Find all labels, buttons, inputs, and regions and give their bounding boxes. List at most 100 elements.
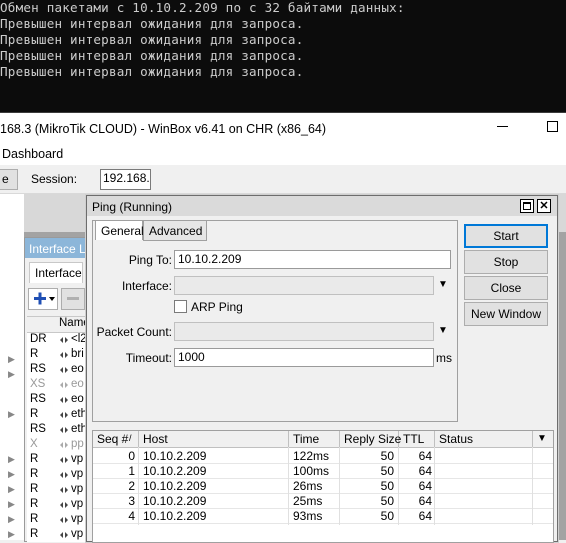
tab-general[interactable]: General [95,220,144,240]
expand-arrow-icon[interactable]: ▶ [8,529,15,540]
table-row[interactable]: Rvp [27,453,93,468]
table-row[interactable]: 2 10.10.2.209 26ms 50 64 [93,478,553,494]
table-row[interactable]: Reth [27,408,93,423]
expand-arrow-icon[interactable]: ▶ [8,514,15,525]
interface-icon [60,352,68,358]
table-row[interactable]: Rvp [27,483,93,498]
maximize-icon[interactable] [520,199,534,213]
column-divider [288,447,289,525]
close-icon[interactable]: ✕ [537,199,551,213]
expand-arrow-icon[interactable]: ▶ [8,484,15,495]
interface-icon [60,382,68,388]
arp-ping-checkbox[interactable] [174,300,187,313]
table-row[interactable]: XS eo [27,378,93,393]
expand-arrow-icon[interactable]: ▶ [8,469,15,480]
new-window-button[interactable]: New Window [464,302,548,326]
interface-icon [60,337,68,343]
table-row[interactable]: RS eo [27,363,93,378]
interface-select[interactable] [174,276,434,295]
cell-host: 10.10.2.209 [143,479,207,493]
table-row[interactable]: Xpp [27,438,93,453]
expand-arrow-icon[interactable]: ▶ [8,354,15,365]
column-header-seq[interactable]: Seq # / [93,431,139,447]
interface-icon [60,367,68,373]
column-header-ttl[interactable]: TTL [399,431,435,447]
timeout-value: 1000 [178,350,205,364]
interface-list-title-bar[interactable]: Interface List [25,238,98,258]
session-field[interactable]: 192.168.168.3 [100,169,151,190]
table-row[interactable]: 1 10.10.2.209 100ms 50 64 [93,463,553,479]
cell-ttl: 64 [418,494,432,508]
row-flag: R [30,348,39,360]
ping-results-table: Seq # / Host Time Reply Size TTL Status ▼… [92,430,554,543]
table-row[interactable]: 4 10.10.2.209 93ms 50 64 [93,508,553,524]
expand-arrow-icon[interactable]: ▶ [8,454,15,465]
row-flag: R [30,468,39,480]
expand-arrow-icon[interactable]: ▶ [8,409,15,420]
remove-button[interactable] [61,288,85,310]
column-header-host[interactable]: Host [139,431,289,447]
table-row[interactable]: RS eth [27,423,93,438]
dropdown-arrow-icon[interactable]: ▼ [438,325,448,336]
column-menu-button[interactable]: ▼ [533,431,552,447]
column-divider [339,447,340,525]
row-flag: XS [30,378,46,390]
column-header-label: Reply Size [344,432,402,446]
ping-title-bar[interactable]: Ping (Running) ✕ [87,196,557,216]
table-row[interactable]: Rvp [27,528,93,543]
column-header-status[interactable]: Status [435,431,533,447]
left-sidebar: ▶ ▶ ▶ ▶ ▶ ▶ ▶ ▶ ▶ [0,194,25,540]
table-row[interactable]: Rvp [27,498,93,513]
row-flag: R [30,483,39,495]
table-row[interactable]: RS eo [27,393,93,408]
console-window: Обмен пакетами с 10.10.2.209 по с 32 бай… [0,0,566,112]
plus-icon [34,292,55,305]
sort-icon: / [129,433,132,443]
maximize-icon[interactable] [547,121,558,132]
console-line: Превышен интервал ожидания для запроса. [0,32,304,47]
row-flag: R [30,528,39,540]
table-row[interactable]: Rvp [27,513,93,528]
cell-seq: 3 [128,494,135,508]
column-divider [398,447,399,525]
column-header-reply-size[interactable]: Reply Size [340,431,402,447]
row-flag: RS [30,423,46,435]
tab-interface[interactable]: Interface [29,262,83,283]
table-row[interactable]: DR <l2 [27,333,93,348]
expand-arrow-icon[interactable]: ▶ [8,499,15,510]
console-line: Обмен пакетами с 10.10.2.209 по с 32 бай… [0,0,405,15]
close-button[interactable]: Close [464,276,548,300]
cell-seq: 0 [128,449,135,463]
cell-size: 50 [380,464,394,478]
cell-host: 10.10.2.209 [143,494,207,508]
cell-host: 10.10.2.209 [143,449,207,463]
winbox-title-bar[interactable]: 168.3 (MikroTik CLOUD) - WinBox v6.41 on… [0,112,566,145]
ping-to-label: Ping To: [128,253,172,267]
column-header-time[interactable]: Time [289,431,340,447]
dropdown-arrow-icon[interactable]: ▼ [438,279,448,290]
table-row[interactable]: 3 10.10.2.209 25ms 50 64 [93,493,553,509]
stop-button[interactable]: Stop [464,250,548,274]
cell-ttl: 64 [418,464,432,478]
packet-count-field[interactable] [174,322,434,341]
cell-time: 100ms [293,464,330,478]
toolbar-button[interactable]: e [0,169,18,190]
timeout-field[interactable]: 1000 [174,348,434,367]
start-button[interactable]: Start [464,224,548,248]
console-line: Превышен интервал ожидания для запроса. [0,64,304,79]
column-divider [434,447,435,525]
menu-bar: Dashboard [0,144,566,165]
menu-dashboard[interactable]: Dashboard [2,147,63,161]
add-button[interactable] [28,288,58,310]
tab-advanced[interactable]: Advanced [143,220,207,241]
table-row[interactable]: 0 10.10.2.209 122ms 50 64 [93,448,553,464]
table-row[interactable]: Rvp [27,468,93,483]
interface-table: Name DR <l2 Rbri RS eo XS eo RS eo Reth RS eth Xpp Rv… [27,316,93,542]
expand-arrow-icon[interactable]: ▶ [8,369,15,380]
session-label: Session: [31,172,78,186]
ping-to-field[interactable]: 10.10.2.209 [174,250,451,269]
minimize-icon[interactable] [497,126,508,127]
table-row[interactable]: Rbri [27,348,93,363]
row-flag: DR [30,333,47,345]
interface-icon [60,472,68,478]
